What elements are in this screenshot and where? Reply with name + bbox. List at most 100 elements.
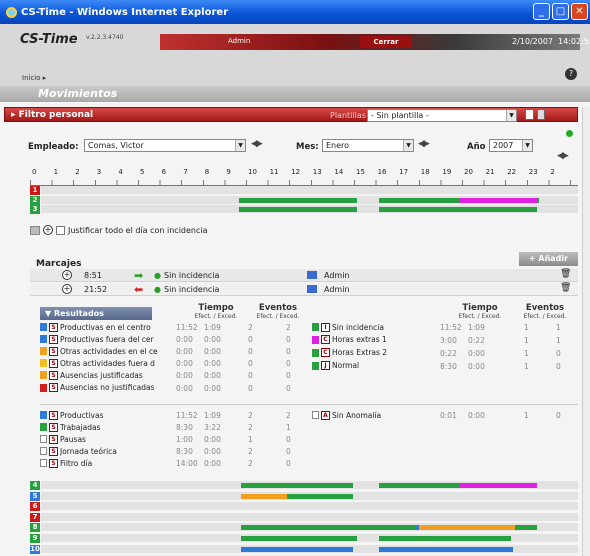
- color-swatch: [40, 347, 47, 356]
- time-bar[interactable]: [379, 197, 459, 203]
- close-button[interactable]: ✕: [571, 3, 588, 20]
- time-bar[interactable]: [239, 197, 357, 203]
- template-select[interactable]: - Sin plantilla - ▼: [367, 109, 517, 122]
- trash-icon[interactable]: 🗑: [560, 269, 571, 279]
- day-row[interactable]: [41, 195, 578, 205]
- hour-label: 11: [269, 168, 279, 176]
- result-value: 2: [248, 447, 253, 457]
- table-row[interactable]: S Ausencias justificadas 0:00 0:00 0 0: [40, 370, 291, 382]
- color-swatch: [312, 335, 319, 344]
- result-name: Productivas fuera del cer: [60, 334, 154, 344]
- table-row[interactable]: S Otras actividades fuera d 0:00 0:00 0 0: [40, 358, 291, 370]
- result-name: Ausencias no justificadas: [60, 383, 155, 392]
- time-bar[interactable]: [241, 525, 415, 531]
- time-bar[interactable]: [241, 546, 353, 552]
- day-row-label[interactable]: 5: [30, 491, 40, 501]
- day-row-label[interactable]: 6: [30, 502, 40, 512]
- day-row-label[interactable]: 9: [30, 534, 40, 543]
- time-bar[interactable]: [241, 483, 353, 488]
- trash-icon[interactable]: 🗑: [560, 283, 571, 293]
- table-row[interactable]: S Jornada teórica 8:30 0:00 2 0: [40, 446, 291, 458]
- day-row-label[interactable]: 2: [30, 195, 40, 205]
- results-toggle[interactable]: ▼ Resultados: [40, 307, 152, 320]
- time-bar[interactable]: [239, 207, 357, 212]
- expand-icon[interactable]: +: [62, 284, 72, 294]
- maximize-button[interactable]: □: [552, 3, 569, 20]
- time-bar[interactable]: [515, 525, 537, 531]
- result-value: 14:00: [176, 459, 198, 469]
- day-row[interactable]: [41, 205, 578, 214]
- calendar-icon[interactable]: [30, 225, 40, 235]
- employee-nav-arrows[interactable]: ◀▶: [251, 139, 263, 149]
- day-nav-arrows[interactable]: ◀▶: [557, 151, 569, 161]
- table-row[interactable]: A Sin Anomalía 0:01 0:00 1 0: [312, 410, 561, 422]
- marcaje-status: Sin incidencia: [164, 271, 220, 280]
- time-bar[interactable]: [379, 536, 511, 541]
- time-bar[interactable]: [537, 197, 539, 203]
- expand-icon[interactable]: +: [62, 270, 72, 280]
- day-row[interactable]: [41, 481, 578, 490]
- home-link[interactable]: Inicio ▸: [22, 74, 46, 82]
- delete-icon[interactable]: [537, 109, 545, 120]
- table-row[interactable]: S Filtro día 14:00 0:00 2 0: [40, 458, 291, 470]
- tag-icon: S: [49, 458, 58, 468]
- day-row-label[interactable]: 3: [30, 205, 40, 214]
- day-row[interactable]: [41, 544, 578, 554]
- tiempo-header: Tiempo: [198, 303, 234, 313]
- table-row[interactable]: I Sin incidencia 11:52 1:09 1 1: [312, 322, 561, 334]
- employee-select[interactable]: Comas, Victor ▼: [84, 139, 246, 152]
- filter-toggle[interactable]: ▸ Filtro personal: [11, 110, 93, 120]
- logout-button[interactable]: Cerrar: [360, 36, 412, 48]
- result-value: 0: [556, 361, 561, 371]
- save-icon[interactable]: [525, 109, 534, 120]
- time-bar[interactable]: [379, 546, 513, 552]
- color-swatch: [312, 323, 319, 331]
- day-row-label[interactable]: 4: [30, 481, 40, 490]
- day-row-label[interactable]: 8: [30, 523, 40, 533]
- month-nav-arrows[interactable]: ◀▶: [418, 139, 430, 149]
- table-row[interactable]: S Productivas fuera del cer 0:00 0:00 0 0: [40, 334, 291, 346]
- minimize-button[interactable]: _: [533, 3, 550, 20]
- day-row-label[interactable]: 1: [30, 186, 40, 195]
- day-row[interactable]: [41, 523, 578, 533]
- table-row[interactable]: J Normal 8:30 0:00 1 0: [312, 361, 561, 373]
- time-bar[interactable]: [419, 525, 515, 531]
- table-row[interactable]: S Pausas 1:00 0:00 1 0: [40, 434, 291, 446]
- time-bar[interactable]: [379, 207, 537, 212]
- time-bar[interactable]: [287, 493, 353, 499]
- day-row-label[interactable]: 7: [30, 512, 40, 522]
- table-row[interactable]: S Otras actividades en el ce 0:00 0:00 0 0: [40, 346, 291, 358]
- time-bar[interactable]: [459, 197, 537, 203]
- year-select[interactable]: 2007 ▼: [489, 139, 533, 152]
- month-select[interactable]: Enero ▼: [322, 139, 414, 152]
- list-item[interactable]: + 8:51 ➡ ● Sin incidencia Admin 🗑: [30, 269, 578, 282]
- scrollbar[interactable]: [582, 107, 590, 556]
- time-bar[interactable]: [241, 493, 287, 499]
- table-row[interactable]: S Productivas en el centro 11:52 1:09 2 2: [40, 322, 291, 334]
- day-row[interactable]: [41, 512, 578, 522]
- justify-checkbox[interactable]: [56, 225, 65, 235]
- table-row[interactable]: S Productivas 11:52 1:09 2 2: [40, 410, 291, 422]
- table-row[interactable]: S Trabajadas 8:30 3:22 2 1: [40, 422, 291, 434]
- result-value: 2: [248, 411, 253, 420]
- current-date: 2/10/2007: [512, 37, 554, 46]
- list-item[interactable]: + 21:52 ⬅ ● Sin incidencia Admin 🗑: [30, 283, 578, 296]
- day-row[interactable]: [41, 534, 578, 543]
- table-row[interactable]: S Ausencias no justificadas 0:00 0:00 0 0: [40, 383, 291, 395]
- time-bar[interactable]: [459, 483, 537, 488]
- day-row[interactable]: [41, 502, 578, 512]
- add-icon[interactable]: +: [43, 225, 53, 235]
- table-row[interactable]: C Horas extras 1 3:00 0:22 1 1: [312, 335, 561, 347]
- filter-bar[interactable]: ▸ Filtro personal Plantillas - Sin plant…: [4, 107, 578, 122]
- table-row[interactable]: C Horas Extras 2 0:22 0:00 1 0: [312, 348, 561, 360]
- day-row-label[interactable]: 10: [30, 544, 40, 554]
- result-value: 0:00: [204, 371, 221, 381]
- result-value: 0:00: [204, 459, 221, 469]
- time-bar[interactable]: [241, 536, 357, 541]
- day-row[interactable]: [41, 186, 578, 195]
- help-icon[interactable]: ?: [565, 68, 577, 80]
- tag-icon: S: [49, 346, 58, 356]
- add-button[interactable]: + Añadir: [519, 252, 578, 266]
- hour-label: 7: [183, 168, 188, 176]
- day-row[interactable]: [41, 491, 578, 501]
